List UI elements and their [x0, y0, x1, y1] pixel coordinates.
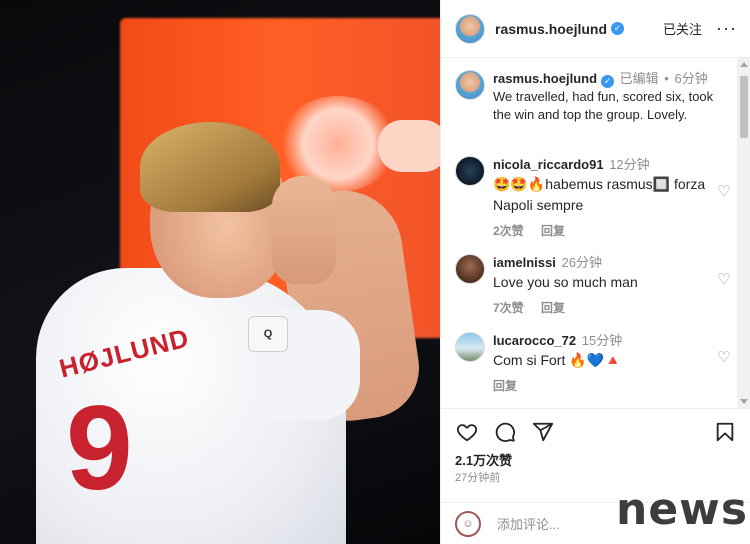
- comments-scrollbar[interactable]: [737, 58, 750, 408]
- commenter-avatar[interactable]: [455, 156, 485, 186]
- player-hand: [272, 176, 336, 284]
- post-time: 6分钟: [674, 71, 708, 86]
- verified-badge-icon: ✓: [601, 74, 615, 88]
- commenter-avatar[interactable]: [455, 254, 485, 284]
- comment-text: Love you so much man: [493, 274, 638, 290]
- author-username[interactable]: rasmus.hoejlund: [495, 21, 607, 37]
- news-watermark: news: [616, 484, 749, 535]
- comment-likes[interactable]: 7次赞: [493, 301, 524, 315]
- verified-badge-icon: ✓: [611, 22, 625, 35]
- comment-icon[interactable]: [493, 420, 517, 444]
- scroll-down-icon[interactable]: [740, 399, 748, 404]
- comment-heart-icon[interactable]: ♡: [717, 272, 730, 287]
- scroll-up-icon[interactable]: [740, 62, 748, 67]
- add-comment-input[interactable]: 添加评论...: [497, 514, 560, 533]
- post-action-bar: [441, 408, 750, 454]
- comment-time: 15分钟: [581, 333, 623, 348]
- bookmark-icon[interactable]: [713, 420, 737, 444]
- comment-username[interactable]: iamelnissi: [493, 255, 556, 270]
- more-options-icon[interactable]: ···: [716, 18, 737, 39]
- author-avatar[interactable]: [455, 70, 485, 100]
- commenter-avatar[interactable]: [455, 332, 485, 362]
- like-count[interactable]: 2.1万次赞: [455, 450, 512, 469]
- sleeve-badge: Q: [248, 316, 288, 352]
- comment-heart-icon[interactable]: ♡: [717, 350, 730, 365]
- scrollbar-thumb[interactable]: [740, 76, 748, 138]
- post-photo: HØJLUND 9 Q: [0, 0, 440, 544]
- emoji-icon[interactable]: ☺: [455, 510, 481, 537]
- comment-time: 26分钟: [561, 255, 602, 270]
- comment-username[interactable]: nicola_riccardo91: [493, 157, 604, 172]
- author-avatar[interactable]: [455, 13, 485, 44]
- post-side-panel: rasmus.hoejlund ✓ 已关注 ··· rasmus.hoejlun…: [440, 0, 750, 544]
- reply-button[interactable]: 回复: [541, 301, 565, 315]
- comment-heart-icon[interactable]: ♡: [717, 184, 730, 199]
- comment-likes[interactable]: 2次赞: [493, 224, 524, 238]
- comment-time: 12分钟: [609, 157, 650, 172]
- reply-button[interactable]: 回复: [541, 224, 565, 238]
- comment-text: 🤩🤩🔥habemus rasmus🔲 forza Napoli sempre: [493, 176, 706, 213]
- send-icon[interactable]: [531, 420, 555, 444]
- posted-time: 27分钟前: [455, 472, 501, 484]
- heart-icon[interactable]: [455, 420, 479, 444]
- reply-button[interactable]: 回复: [493, 379, 517, 393]
- comment-text: Com si Fort 🔥💙🔺: [493, 352, 622, 368]
- separator-dot: •: [664, 71, 669, 86]
- post-header: rasmus.hoejlund ✓ 已关注 ···: [441, 0, 750, 58]
- following-button[interactable]: 已关注: [663, 19, 702, 38]
- jersey-number: 9: [66, 381, 133, 515]
- player-hair: [140, 122, 280, 212]
- billboard-graphic: [378, 120, 440, 172]
- caption-username[interactable]: rasmus.hoejlund: [493, 71, 597, 86]
- caption-text: We travelled, had fun, scored six, took …: [493, 89, 714, 122]
- comments-list[interactable]: rasmus.hoejlund ✓ 已编辑 • 6分钟 We travelled,…: [441, 58, 737, 408]
- comment-username[interactable]: lucarocco_72: [493, 333, 576, 348]
- edited-label: 已编辑: [619, 71, 659, 86]
